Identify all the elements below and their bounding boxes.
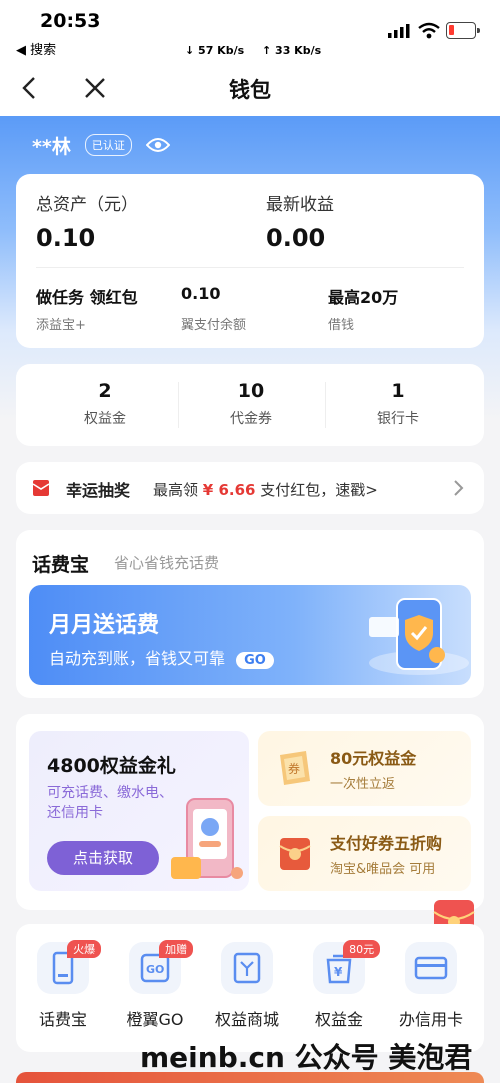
- monthly-phone-credit-banner[interactable]: 月月送话费 自动充到账，省钱又可靠 GO: [29, 585, 471, 685]
- lottery-amount: ¥ 6.66: [202, 481, 256, 499]
- latest-income-label: 最新收益: [266, 195, 334, 215]
- divider: [36, 267, 464, 268]
- total-assets-value[interactable]: 0.10: [36, 224, 95, 252]
- huafeibao-section: 话费宝 省心省钱充话费 月月送话费 自动充到账，省钱又可靠 GO: [16, 530, 484, 698]
- service-badge: 加赠: [159, 940, 194, 958]
- go-button[interactable]: GO: [236, 652, 274, 669]
- rights-gold-count[interactable]: 2 权益金: [32, 364, 178, 428]
- latest-income-value[interactable]: 0.00: [266, 224, 325, 252]
- rights-gift-card[interactable]: 4800权益金礼 可充话费、缴水电、还信用卡 点击获取: [29, 731, 249, 891]
- bank-card-count[interactable]: 1 银行卡: [325, 364, 471, 428]
- rights-section: 4800权益金礼 可充话费、缴水电、还信用卡 点击获取 券 80元权益金 一次性…: [16, 714, 484, 910]
- balance-label: 翼支付余额: [181, 318, 247, 333]
- total-assets-label: 总资产（元）: [36, 195, 138, 215]
- assets-card: 总资产（元） 0.10 最新收益 0.00 做任务 领红包 添益宝+ 0.10 …: [16, 174, 484, 348]
- phone-shield-illustration: [369, 598, 469, 675]
- service-rights-mall[interactable]: 权益商城: [202, 934, 292, 1030]
- go-icon: GO 加赠: [129, 940, 194, 994]
- task-sub: 添益宝+: [36, 318, 86, 333]
- service-label: 橙翼GO: [126, 1010, 184, 1029]
- get-gift-button[interactable]: 点击获取: [47, 841, 159, 875]
- svg-text:¥: ¥: [334, 965, 343, 979]
- loan-label: 借钱: [328, 318, 355, 333]
- chevron-right-icon: [454, 480, 464, 496]
- service-badge: 火爆: [67, 940, 102, 958]
- red-envelope-icon: [32, 480, 50, 496]
- yuan-bag-icon: ¥ 80元: [313, 940, 381, 994]
- back-to-search-link[interactable]: ◀ 搜索: [16, 39, 56, 58]
- svg-text:券: 券: [288, 761, 300, 776]
- service-badge: 80元: [343, 940, 381, 958]
- voucher-count[interactable]: 10 代金券: [178, 364, 324, 428]
- card-title: 支付好券五折购: [330, 834, 443, 853]
- signal-icon: [388, 24, 410, 38]
- service-label: 权益商城: [214, 1010, 279, 1029]
- nav-bar: 钱包: [0, 62, 500, 116]
- card-title: 80元权益金: [330, 749, 417, 768]
- balance-value: 0.10: [181, 284, 221, 303]
- mall-icon: [221, 942, 273, 994]
- service-chengyi-go[interactable]: GO 加赠 橙翼GO: [110, 934, 200, 1030]
- card-desc: 一次性立返: [330, 777, 396, 792]
- phone-card-illustration: [171, 798, 243, 879]
- card-desc: 淘宝&唯品会 可用: [330, 862, 436, 877]
- count-value: 2: [98, 380, 112, 402]
- svg-text:GO: GO: [146, 963, 164, 976]
- gift-title: 4800权益金礼: [47, 755, 176, 777]
- upload-speed: ↑ 33 Kb/s: [262, 44, 322, 57]
- coupon-ticket-icon: 券: [280, 751, 310, 785]
- loan-title: 最高20万: [328, 288, 399, 307]
- eye-icon[interactable]: [145, 136, 170, 154]
- half-price-coupon-card[interactable]: 支付好券五折购 淘宝&唯品会 可用: [258, 816, 471, 891]
- verified-badge: 已认证: [84, 134, 132, 156]
- lottery-desc-prefix: 最高领: [153, 481, 199, 499]
- gift-desc: 可充话费、缴水电、还信用卡: [47, 785, 173, 821]
- status-time: 20:53: [40, 10, 101, 32]
- lottery-banner[interactable]: 幸运抽奖 最高领 ¥ 6.66 支付红包，速戳>: [16, 462, 484, 514]
- credit-card-icon: [405, 942, 457, 994]
- services-grid: 火爆 话费宝 GO 加赠 橙翼GO 权益商城 ¥ 80元 权益金 办信用卡: [16, 924, 484, 1052]
- watermark-text: meinb.cn 公众号 美泡君: [140, 1041, 473, 1074]
- lottery-desc-suffix: 支付红包，速戳>: [260, 481, 378, 499]
- count-label: 银行卡: [377, 411, 419, 427]
- page-title: 钱包: [229, 78, 271, 102]
- section-subtitle: 省心省钱充话费: [114, 554, 220, 572]
- wifi-icon: [418, 22, 440, 39]
- service-label: 话费宝: [38, 1010, 87, 1029]
- status-bar: 20:53 ◀ 搜索 ↓ 57 Kb/s ↑ 33 Kb/s: [0, 0, 500, 62]
- red-packet-icon: [279, 838, 311, 870]
- count-value: 10: [237, 380, 265, 402]
- rights-gold-80-card[interactable]: 券 80元权益金 一次性立返: [258, 731, 471, 806]
- banner-desc: 自动充到账，省钱又可靠 GO: [49, 645, 274, 669]
- section-title: 话费宝: [32, 554, 90, 576]
- user-info: **林 已认证: [32, 133, 170, 158]
- service-label: 权益金: [314, 1010, 363, 1029]
- count-value: 1: [391, 380, 405, 402]
- banner-desc-text: 自动充到账，省钱又可靠: [49, 649, 226, 668]
- user-name: **林: [32, 135, 71, 158]
- network-speed: ↓ 57 Kb/s ↑ 33 Kb/s: [185, 44, 335, 57]
- download-speed: ↓ 57 Kb/s: [185, 44, 245, 57]
- lottery-title: 幸运抽奖: [66, 481, 131, 500]
- counts-card: 2 权益金 10 代金券 1 银行卡: [16, 364, 484, 446]
- service-credit-card[interactable]: 办信用卡: [386, 934, 476, 1030]
- task-title: 做任务 领红包: [36, 288, 138, 307]
- phone-icon: 火爆: [37, 940, 102, 994]
- banner-title: 月月送话费: [49, 613, 160, 638]
- service-huafeibao[interactable]: 火爆 话费宝: [18, 934, 108, 1030]
- count-label: 代金券: [230, 411, 272, 427]
- battery-icon: [446, 22, 480, 39]
- service-rights-gold[interactable]: ¥ 80元 权益金: [294, 934, 384, 1030]
- bottom-banner-edge: [16, 1072, 484, 1083]
- lottery-desc: 最高领 ¥ 6.66 支付红包，速戳>: [153, 479, 378, 500]
- count-label: 权益金: [84, 411, 126, 427]
- service-label: 办信用卡: [398, 1010, 463, 1029]
